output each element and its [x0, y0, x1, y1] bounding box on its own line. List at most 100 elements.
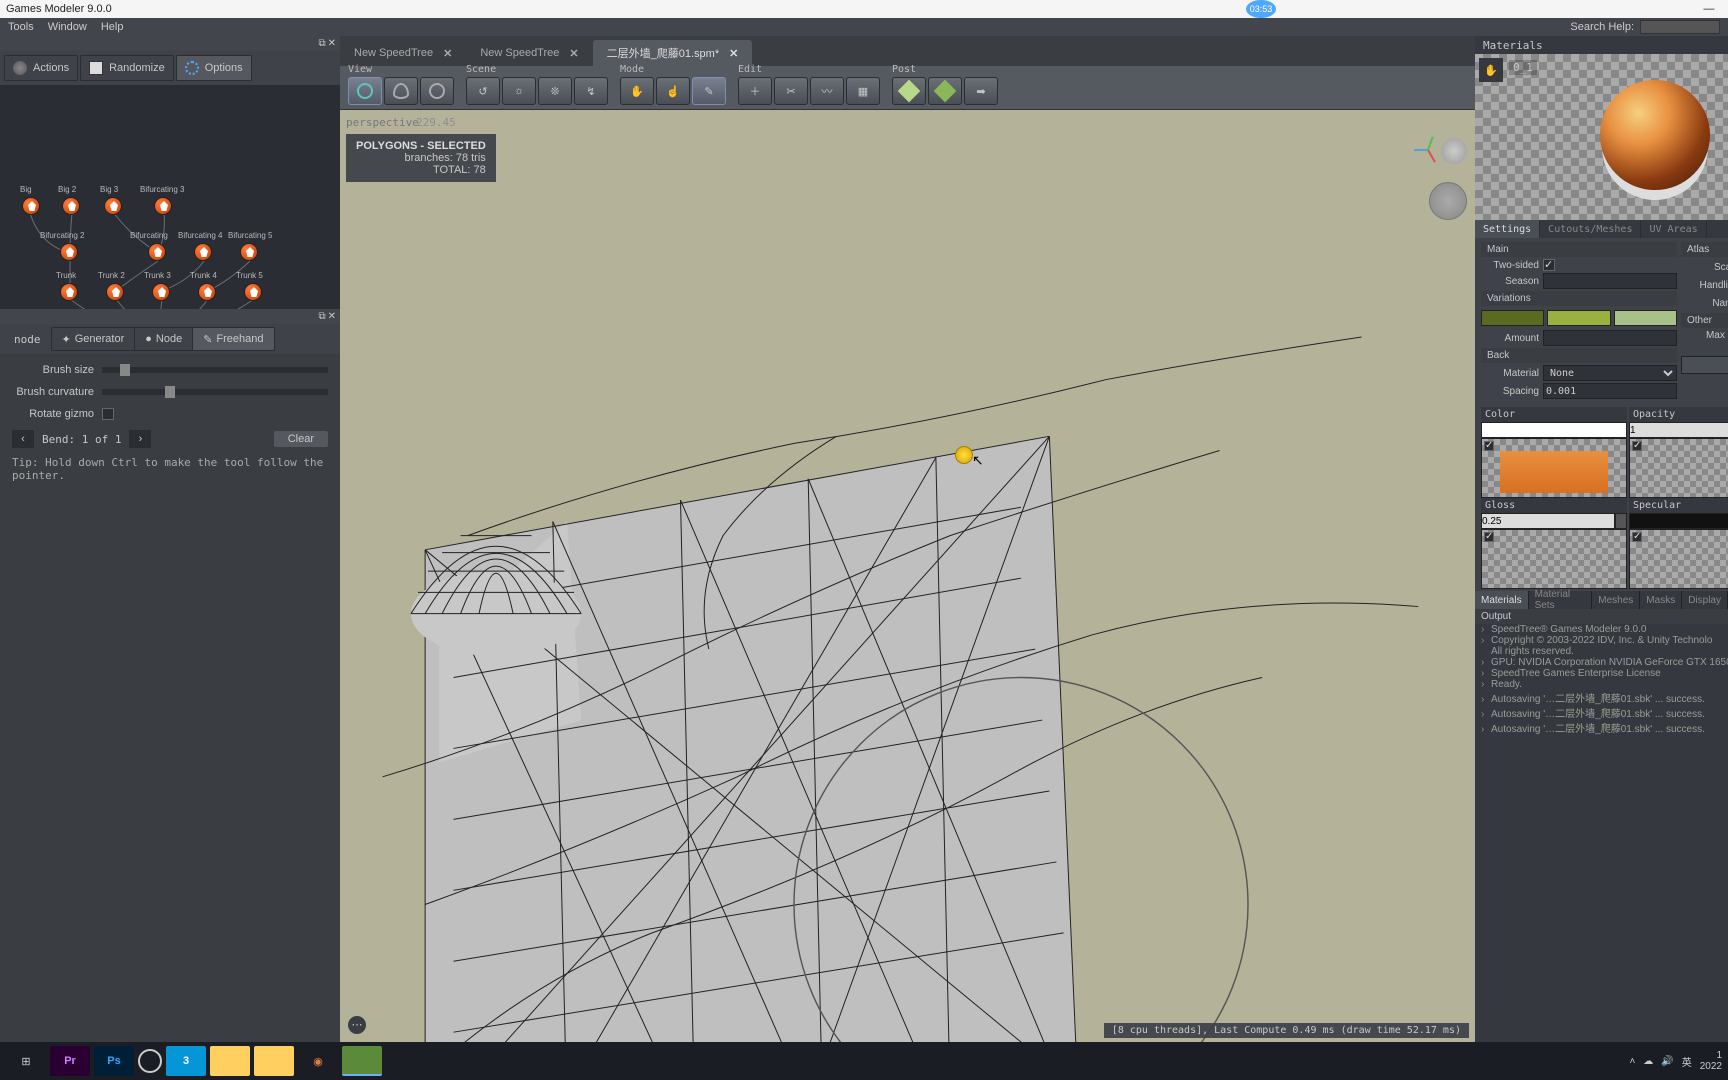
panel-popout-icon[interactable]: ⧉	[318, 311, 325, 322]
close-icon[interactable]: ✕	[569, 47, 578, 60]
taskview-icon[interactable]: ⊞	[6, 1046, 46, 1076]
btab-matsets[interactable]: Material Sets	[1529, 591, 1593, 609]
premiere-icon[interactable]: Pr	[50, 1046, 90, 1076]
tray-chevron-icon[interactable]: ˄	[1629, 1056, 1635, 1067]
panel-popout-icon[interactable]: ⧉	[318, 38, 325, 49]
amount-input[interactable]	[1543, 330, 1677, 346]
bend-prev[interactable]: ‹	[12, 430, 34, 448]
gloss-value[interactable]	[1481, 513, 1615, 529]
viewport-compass[interactable]	[1429, 182, 1467, 220]
rotate-gizmo-checkbox[interactable]	[102, 408, 114, 420]
color-thumb[interactable]	[1481, 438, 1627, 498]
btab-meshes[interactable]: Meshes	[1592, 591, 1640, 609]
speedtree-icon[interactable]	[342, 1046, 382, 1076]
view-shaded-button[interactable]	[348, 77, 382, 105]
photoshop-icon[interactable]: Ps	[94, 1046, 134, 1076]
bend-next[interactable]: ›	[129, 430, 151, 448]
specular-value[interactable]	[1629, 513, 1728, 529]
node-bif3[interactable]	[154, 197, 172, 215]
node-trunk5[interactable]	[244, 283, 262, 301]
season-input[interactable]	[1543, 273, 1677, 289]
edit-cut-button[interactable]: ✂	[774, 77, 808, 105]
mode-free-button[interactable]: ✎	[692, 77, 726, 105]
tray-ime[interactable]: 英	[1682, 1054, 1692, 1069]
view-axis-gizmo[interactable]	[1413, 136, 1441, 164]
unreal-icon[interactable]	[138, 1049, 162, 1073]
two-sided-checkbox[interactable]	[1543, 259, 1555, 271]
viewport-3d[interactable]: perspective 229.45 POLYGONS - SELECTED b…	[340, 110, 1475, 1042]
node-bif4[interactable]	[194, 243, 212, 261]
variation-swatch-3[interactable]	[1614, 310, 1677, 326]
opacity-enabled[interactable]	[1632, 441, 1642, 451]
node-big2[interactable]	[62, 197, 80, 215]
brush-curv-slider[interactable]	[102, 389, 328, 395]
node-bif[interactable]	[148, 243, 166, 261]
tab-0[interactable]: New SpeedTree✕	[340, 40, 466, 66]
window-minimize[interactable]: —	[1696, 3, 1722, 15]
scene-wind-button[interactable]: ❊	[538, 77, 572, 105]
color-value[interactable]	[1481, 422, 1627, 438]
scene-reset-button[interactable]: ↺	[466, 77, 500, 105]
view-zoom-button[interactable]	[420, 77, 454, 105]
btab-display[interactable]: Display	[1682, 591, 1728, 609]
panel-close-icon[interactable]: ✕	[328, 311, 336, 322]
node-trunk4[interactable]	[198, 283, 216, 301]
options-button[interactable]: Options	[176, 55, 252, 81]
panel-close-icon[interactable]: ✕	[328, 38, 336, 49]
explorer-icon[interactable]	[210, 1046, 250, 1076]
gloss-thumb[interactable]	[1481, 529, 1627, 589]
tab-settings[interactable]: Settings	[1475, 220, 1540, 238]
menu-help[interactable]: Help	[101, 21, 124, 33]
clear-button[interactable]: Clear	[274, 431, 328, 447]
post-export-button[interactable]: ➡	[964, 77, 998, 105]
scene-force-button[interactable]: ↯	[574, 77, 608, 105]
edit-add-button[interactable]: ＋	[738, 77, 772, 105]
tray-volume-icon[interactable]: 🔊	[1661, 1056, 1673, 1067]
tray-cloud-icon[interactable]: ☁	[1643, 1056, 1653, 1067]
edit-curve-button[interactable]: 〰	[810, 77, 844, 105]
spinner[interactable]	[1615, 513, 1627, 529]
color-enabled[interactable]	[1484, 441, 1494, 451]
mode-node[interactable]: ●Node	[135, 328, 193, 350]
close-icon[interactable]: ✕	[729, 47, 738, 60]
opacity-value[interactable]	[1629, 422, 1728, 438]
mode-gen-button[interactable]: ✋	[620, 77, 654, 105]
node-trunk2[interactable]	[106, 283, 124, 301]
3dsmax-icon[interactable]: 3	[166, 1046, 206, 1076]
opacity-thumb[interactable]	[1629, 438, 1728, 498]
variation-swatch-2[interactable]	[1547, 310, 1610, 326]
material-select[interactable]: None	[1543, 365, 1677, 381]
tab-2[interactable]: 二层外墙_爬藤01.spm*✕	[593, 40, 753, 66]
mode-generator[interactable]: ✦Generator	[52, 328, 136, 350]
viewport-menu-button[interactable]: ⋯	[348, 1016, 366, 1034]
view-eye-button[interactable]	[384, 77, 418, 105]
tab-uvareas[interactable]: UV Areas	[1641, 220, 1706, 238]
search-help-input[interactable]	[1640, 20, 1720, 34]
post-1-button[interactable]	[892, 77, 926, 105]
post-2-button[interactable]	[928, 77, 962, 105]
node-bif2[interactable]	[60, 243, 78, 261]
close-icon[interactable]: ✕	[443, 47, 452, 60]
make-new-button[interactable]: Make New	[1681, 356, 1728, 374]
tab-1[interactable]: New SpeedTree✕	[466, 40, 592, 66]
node-trunk3[interactable]	[152, 283, 170, 301]
node-graph[interactable]: Big Big 2 Big 3 Bifurcating 3 Bifurcatin…	[0, 85, 340, 309]
scene-light-button[interactable]: ☼	[502, 77, 536, 105]
node-bif5[interactable]	[240, 243, 258, 261]
edit-calendar-button[interactable]: ▦	[846, 77, 880, 105]
node-big3[interactable]	[104, 197, 122, 215]
explorer2-icon[interactable]	[254, 1046, 294, 1076]
menu-tools[interactable]: Tools	[8, 21, 34, 33]
viewport-sphere-icon[interactable]	[1441, 138, 1467, 164]
app-icon[interactable]: ◉	[298, 1046, 338, 1076]
node-big[interactable]	[22, 197, 40, 215]
variation-swatch-1[interactable]	[1481, 310, 1544, 326]
actions-button[interactable]: Actions	[4, 55, 78, 81]
btab-masks[interactable]: Masks	[1640, 591, 1682, 609]
menu-window[interactable]: Window	[48, 21, 87, 33]
mode-node-button[interactable]: ☝	[656, 77, 690, 105]
hand-pan-icon[interactable]: ✋	[1479, 58, 1503, 82]
windows-taskbar[interactable]: ⊞ Pr Ps 3 ◉ ˄ ☁ 🔊 英 1 2022	[0, 1042, 1728, 1080]
tab-cutouts[interactable]: Cutouts/Meshes	[1540, 220, 1641, 238]
specular-thumb[interactable]	[1629, 529, 1728, 589]
